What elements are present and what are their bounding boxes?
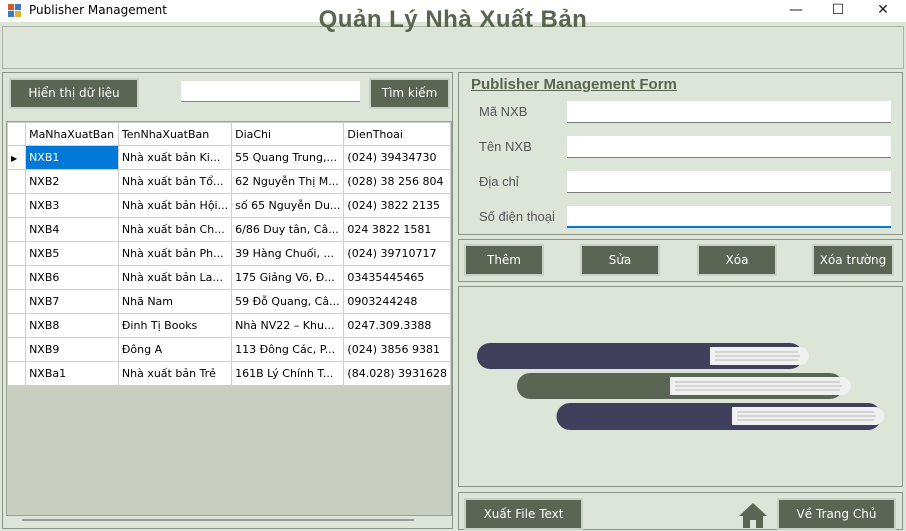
delete-button[interactable]: Xóa (697, 244, 777, 276)
table-cell[interactable]: NXB5 (25, 241, 119, 266)
table-row[interactable]: NXB5 Nhà xuất bản Ph... 39 Hàng Chuối, .… (7, 241, 451, 266)
table-cell[interactable]: (024) 3856 9381 (343, 337, 451, 362)
home-button[interactable]: Về Trang Chủ (777, 498, 896, 530)
column-header[interactable]: MaNhaXuatBan (25, 122, 119, 146)
search-button[interactable]: Tìm kiếm (369, 78, 450, 109)
search-input[interactable] (181, 81, 360, 102)
table-cell[interactable]: Nhà xuất bản Ph... (117, 241, 233, 266)
table-cell[interactable]: 0247.309.3388 (343, 313, 451, 338)
publisher-grid[interactable]: MaNhaXuatBan TenNhaXuatBan DiaChi DienTh… (6, 121, 452, 516)
table-cell[interactable]: 0903244248 (343, 289, 451, 314)
field-label-so-dien-thoai: Số điện thoại (479, 209, 555, 224)
ma-nxb-field[interactable] (567, 101, 891, 123)
table-cell[interactable]: NXB1 (25, 145, 119, 170)
table-cell[interactable]: Nhà xuất bản Ch... (117, 217, 233, 242)
table-row[interactable]: NXB3 Nhà xuất bản Hội... số 65 Nguyễn Du… (7, 193, 451, 218)
table-cell[interactable]: Nhà xuất bản La... (117, 265, 233, 290)
horizontal-scrollbar[interactable] (22, 519, 414, 521)
table-cell[interactable]: 62 Nguyễn Thị M... (231, 169, 345, 194)
table-cell[interactable]: 39 Hàng Chuối, ... (231, 241, 345, 266)
table-row[interactable]: NXB8 Đinh Tị Books Nhà NV22 – Khu... 024… (7, 313, 451, 338)
table-cell[interactable]: 03435445465 (343, 265, 451, 290)
field-label-ten-nxb: Tên NXB (479, 139, 532, 154)
table-cell[interactable]: Nhã Nam (117, 289, 233, 314)
row-header-corner (7, 122, 27, 146)
table-cell[interactable]: số 65 Nguyễn Du... (231, 193, 345, 218)
edit-button[interactable]: Sửa (580, 244, 660, 276)
add-button[interactable]: Thêm (464, 244, 544, 276)
table-cell[interactable]: Nhà xuất bản Tổ... (117, 169, 233, 194)
field-label-ma-nxb: Mã NXB (479, 104, 528, 119)
books-illustration (477, 343, 884, 430)
show-data-button[interactable]: Hiển thị dữ liệu (9, 78, 139, 109)
table-cell[interactable]: NXB7 (25, 289, 119, 314)
row-header[interactable] (7, 169, 27, 194)
page-title: Quản Lý Nhà Xuất Bản (318, 6, 588, 33)
table-cell[interactable]: (024) 39434730 (343, 145, 451, 170)
row-header[interactable] (7, 289, 27, 314)
table-cell[interactable]: 55 Quang Trung,... (231, 145, 345, 170)
table-row[interactable]: NXB9 Đông A 113 Đông Các, P... (024) 385… (7, 337, 451, 362)
table-cell[interactable]: Nhà NV22 – Khu... (231, 313, 345, 338)
table-cell[interactable]: Nhà xuất bản Trẻ (117, 361, 233, 386)
table-cell[interactable]: 59 Đỗ Quang, Câ... (231, 289, 345, 314)
column-header[interactable]: DienThoai (343, 122, 451, 146)
field-label-dia-chi: Địa chỉ (479, 174, 519, 189)
table-cell[interactable]: (84.028) 3931628 (343, 361, 451, 386)
home-icon[interactable] (737, 501, 769, 529)
table-cell[interactable]: 6/86 Duy tân, Câ... (231, 217, 345, 242)
table-header-row: MaNhaXuatBan TenNhaXuatBan DiaChi DienTh… (7, 122, 451, 146)
dia-chi-field[interactable] (567, 171, 891, 193)
table-cell[interactable]: 113 Đông Các, P... (231, 337, 345, 362)
clear-fields-button[interactable]: Xóa trường (812, 244, 894, 276)
column-header[interactable]: TenNhaXuatBan (117, 122, 233, 146)
table-cell[interactable]: NXBa1 (25, 361, 119, 386)
publisher-table: MaNhaXuatBan TenNhaXuatBan DiaChi DienTh… (7, 122, 451, 386)
row-header[interactable] (7, 241, 27, 266)
row-header[interactable] (7, 193, 27, 218)
form-title: Publisher Management Form (471, 76, 677, 93)
table-cell[interactable]: NXB4 (25, 217, 119, 242)
table-cell[interactable]: 175 Giảng Võ, Đ... (231, 265, 345, 290)
table-cell[interactable]: NXB8 (25, 313, 119, 338)
row-header[interactable] (7, 337, 27, 362)
table-cell[interactable]: Đinh Tị Books (117, 313, 233, 338)
so-dien-thoai-field[interactable] (567, 206, 891, 228)
table-row[interactable]: NXBa1 Nhà xuất bản Trẻ 161B Lý Chính T..… (7, 361, 451, 386)
table-cell[interactable]: NXB2 (25, 169, 119, 194)
table-row[interactable]: NXB4 Nhà xuất bản Ch... 6/86 Duy tân, Câ… (7, 217, 451, 242)
row-header[interactable] (7, 217, 27, 242)
table-cell[interactable]: (024) 3822 2135 (343, 193, 451, 218)
table-cell[interactable]: (024) 39710717 (343, 241, 451, 266)
column-header[interactable]: DiaChi (231, 122, 345, 146)
table-cell[interactable]: NXB9 (25, 337, 119, 362)
table-cell[interactable]: 161B Lý Chính T... (231, 361, 345, 386)
row-pointer-icon: ▶ (11, 154, 18, 163)
table-cell[interactable]: Đông A (117, 337, 233, 362)
table-cell[interactable]: NXB6 (25, 265, 119, 290)
table-cell[interactable]: Nhà xuất bản Ki... (117, 145, 233, 170)
table-row[interactable]: ▶ NXB1 Nhà xuất bản Ki... 55 Quang Trung… (7, 145, 451, 170)
row-header[interactable]: ▶ (7, 145, 27, 170)
table-cell[interactable]: 024 3822 1581 (343, 217, 451, 242)
table-cell[interactable]: NXB3 (25, 193, 119, 218)
table-row[interactable]: NXB2 Nhà xuất bản Tổ... 62 Nguyễn Thị M.… (7, 169, 451, 194)
row-header[interactable] (7, 265, 27, 290)
ten-nxb-field[interactable] (567, 136, 891, 158)
table-row[interactable]: NXB7 Nhã Nam 59 Đỗ Quang, Câ... 09032442… (7, 289, 451, 314)
table-cell[interactable]: (028) 38 256 804 (343, 169, 451, 194)
table-cell[interactable]: Nhà xuất bản Hội... (117, 193, 233, 218)
row-header[interactable] (7, 313, 27, 338)
table-row[interactable]: NXB6 Nhà xuất bản La... 175 Giảng Võ, Đ.… (7, 265, 451, 290)
row-header[interactable] (7, 361, 27, 386)
export-text-button[interactable]: Xuất File Text (464, 498, 583, 530)
